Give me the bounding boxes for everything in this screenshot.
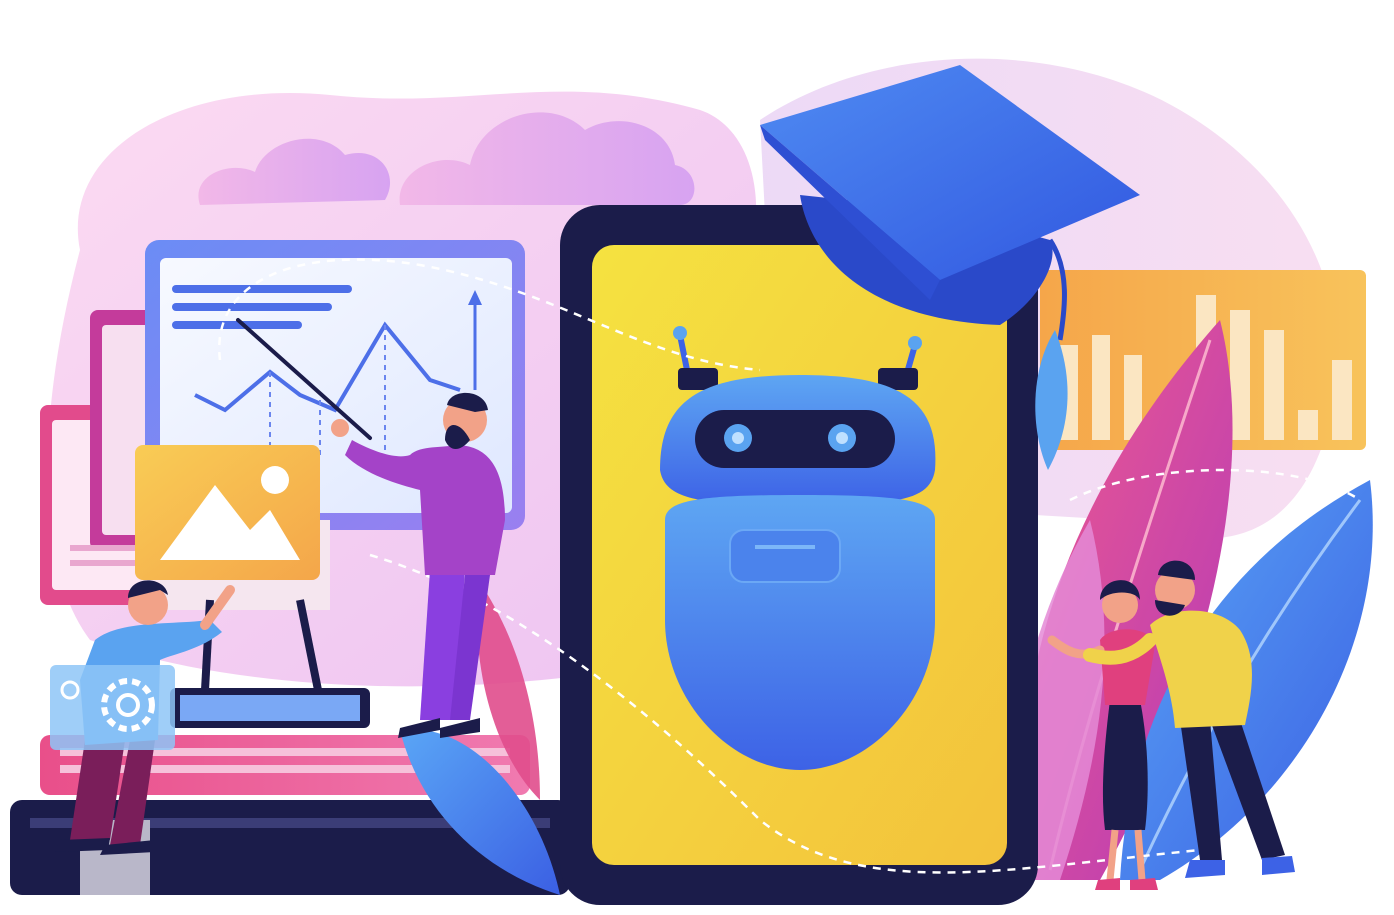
gear-icon — [50, 665, 175, 750]
robot-icon — [660, 326, 936, 770]
image-icon — [135, 445, 320, 580]
illustration-canvas — [10, 58, 1373, 905]
